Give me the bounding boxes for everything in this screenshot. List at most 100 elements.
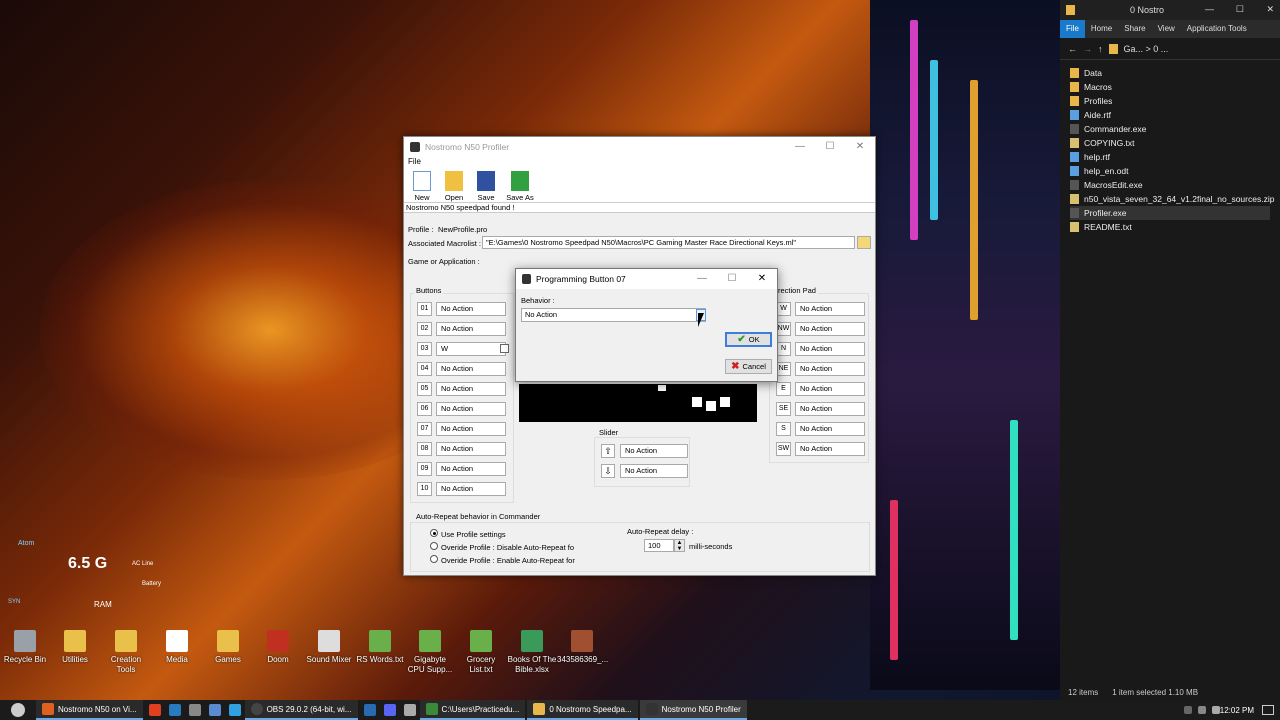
file-list-item[interactable]: COPYING.txt: [1070, 136, 1280, 150]
desktop-icon[interactable]: Games: [203, 630, 253, 665]
file-icon: [1070, 180, 1079, 190]
button-action-field[interactable]: No Action: [436, 422, 506, 436]
explorer-titlebar: 0 Nostro — ☐ ✕: [1060, 0, 1280, 20]
taskbar-app-obs[interactable]: OBS 29.0.2 (64-bit, wi...: [244, 700, 358, 720]
dpad-action-field[interactable]: No Action: [795, 362, 865, 376]
desktop-icon[interactable]: Gigabyte CPU Supp...: [405, 630, 455, 675]
desktop-icon[interactable]: Utilities: [50, 630, 100, 665]
start-button[interactable]: [0, 700, 36, 720]
taskbar-app-explorer-path[interactable]: C:\Users\Practicedu...: [419, 700, 526, 720]
back-icon[interactable]: ←: [1068, 44, 1077, 54]
taskbar-app-profiler[interactable]: Nostromo N50 Profiler: [639, 700, 747, 720]
desktop-icon[interactable]: Recycle Bin: [0, 630, 50, 665]
file-list-item[interactable]: help.rtf: [1070, 150, 1280, 164]
cancel-button[interactable]: ✖ Cancel: [725, 359, 772, 374]
behavior-select[interactable]: No Action: [521, 308, 706, 322]
close-icon[interactable]: ✕: [1266, 4, 1274, 15]
button-03-checkbox[interactable]: [500, 344, 509, 353]
dpad-action-field[interactable]: No Action: [795, 342, 865, 356]
desktop-icon[interactable]: Grocery List.txt: [456, 630, 506, 675]
dpad-action-field[interactable]: No Action: [795, 322, 865, 336]
file-list-item[interactable]: README.txt: [1070, 220, 1280, 234]
ribbon-tab-file[interactable]: File: [1060, 20, 1085, 38]
ribbon-tab-view[interactable]: View: [1152, 20, 1181, 38]
maximize-icon[interactable]: ☐: [815, 137, 845, 157]
ribbon-tab-application-tools[interactable]: Application Tools: [1181, 20, 1253, 38]
minimize-icon[interactable]: —: [1205, 4, 1214, 14]
ribbon-tab-home[interactable]: Home: [1085, 20, 1118, 38]
desktop-icon[interactable]: Books Of The Bible.xlsx: [507, 630, 557, 675]
new-button[interactable]: New: [408, 169, 436, 202]
dpad-action-field[interactable]: No Action: [795, 402, 865, 416]
ok-button[interactable]: ✔ OK: [725, 332, 772, 347]
app-icon[interactable]: [188, 704, 201, 716]
forward-icon[interactable]: →: [1083, 44, 1092, 54]
autorepeat-radio[interactable]: [430, 529, 438, 537]
tray-icon[interactable]: [1184, 706, 1192, 714]
button-action-field[interactable]: W: [436, 342, 506, 356]
button-action-field[interactable]: No Action: [436, 362, 506, 376]
slider-action-field[interactable]: No Action: [620, 464, 688, 478]
file-list-item[interactable]: Aide.rtf: [1070, 108, 1280, 122]
dpad-action-field[interactable]: No Action: [795, 422, 865, 436]
file-list-item[interactable]: MacrosEdit.exe: [1070, 178, 1280, 192]
button-action-field[interactable]: No Action: [436, 302, 506, 316]
maximize-icon[interactable]: ☐: [717, 269, 747, 289]
up-icon[interactable]: ↑: [1098, 44, 1103, 54]
taskbar-app-explorer[interactable]: 0 Nostromo Speedpa...: [527, 700, 638, 720]
app-icon[interactable]: [168, 704, 181, 716]
save-button[interactable]: Save: [472, 169, 500, 202]
notification-icon[interactable]: [1262, 705, 1274, 715]
minimize-icon[interactable]: —: [687, 269, 717, 289]
desktop-icon[interactable]: 343586369_...: [557, 630, 608, 665]
ribbon-tab-share[interactable]: Share: [1118, 20, 1151, 38]
open-button[interactable]: Open: [440, 169, 468, 202]
file-list-item[interactable]: Profiles: [1070, 94, 1280, 108]
file-list-item[interactable]: Profiler.exe: [1070, 206, 1270, 220]
macrolist-field[interactable]: "E:\Games\0 Nostromo Speedpad N50\Macros…: [482, 236, 855, 249]
brave-icon[interactable]: [148, 704, 161, 716]
address-path[interactable]: Ga... > 0 ...: [1124, 44, 1169, 54]
file-list-item[interactable]: help_en.odt: [1070, 164, 1280, 178]
steam-icon[interactable]: [208, 704, 221, 716]
tray-icon[interactable]: [1198, 706, 1206, 714]
power-label: AC Line: [132, 561, 154, 567]
address-bar[interactable]: ← → ↑ Ga... > 0 ...: [1060, 38, 1280, 60]
desktop-icon[interactable]: Sound Mixer: [304, 630, 354, 665]
save-as-button[interactable]: Save As: [504, 169, 536, 202]
autorepeat-radio[interactable]: [430, 542, 438, 550]
file-list-item[interactable]: Commander.exe: [1070, 122, 1280, 136]
button-action-field[interactable]: No Action: [436, 442, 506, 456]
dpad-action-field[interactable]: No Action: [795, 302, 865, 316]
dpad-action-field[interactable]: No Action: [795, 442, 865, 456]
button-action-field[interactable]: No Action: [436, 402, 506, 416]
delay-spinner[interactable]: ▲ ▼: [674, 539, 685, 552]
slider-action-field[interactable]: No Action: [620, 444, 688, 458]
menu-file[interactable]: File: [408, 157, 421, 166]
file-list-item[interactable]: Macros: [1070, 80, 1280, 94]
app-icon[interactable]: [403, 704, 416, 716]
button-action-field[interactable]: No Action: [436, 382, 506, 396]
delay-input[interactable]: 100: [644, 539, 674, 552]
desktop-icon[interactable]: Creation Tools: [101, 630, 151, 675]
close-icon[interactable]: ✕: [845, 137, 875, 157]
file-list-item[interactable]: Data: [1070, 66, 1280, 80]
browse-folder-icon[interactable]: [857, 236, 871, 249]
dpad-action-field[interactable]: No Action: [795, 382, 865, 396]
app-icon[interactable]: [228, 704, 241, 716]
button-action-field[interactable]: No Action: [436, 322, 506, 336]
button-action-field[interactable]: No Action: [436, 482, 506, 496]
desktop-icon[interactable]: Media: [152, 630, 202, 665]
desktop-icon[interactable]: RS Words.txt: [355, 630, 405, 665]
minimize-icon[interactable]: —: [785, 137, 815, 157]
close-icon[interactable]: ✕: [747, 269, 777, 289]
button-action-field[interactable]: No Action: [436, 462, 506, 476]
file-list-item[interactable]: n50_vista_seven_32_64_v1.2final_no_sourc…: [1070, 192, 1280, 206]
taskbar-app-browser[interactable]: Nostromo N50 on Vi...: [36, 700, 143, 720]
maximize-icon[interactable]: ☐: [1236, 4, 1244, 15]
desktop-icon[interactable]: Doom: [253, 630, 303, 665]
discord-icon[interactable]: [383, 704, 396, 716]
app-icon[interactable]: [363, 704, 376, 716]
autorepeat-radio[interactable]: [430, 555, 438, 563]
clock[interactable]: 12:02 PM: [1220, 706, 1254, 715]
